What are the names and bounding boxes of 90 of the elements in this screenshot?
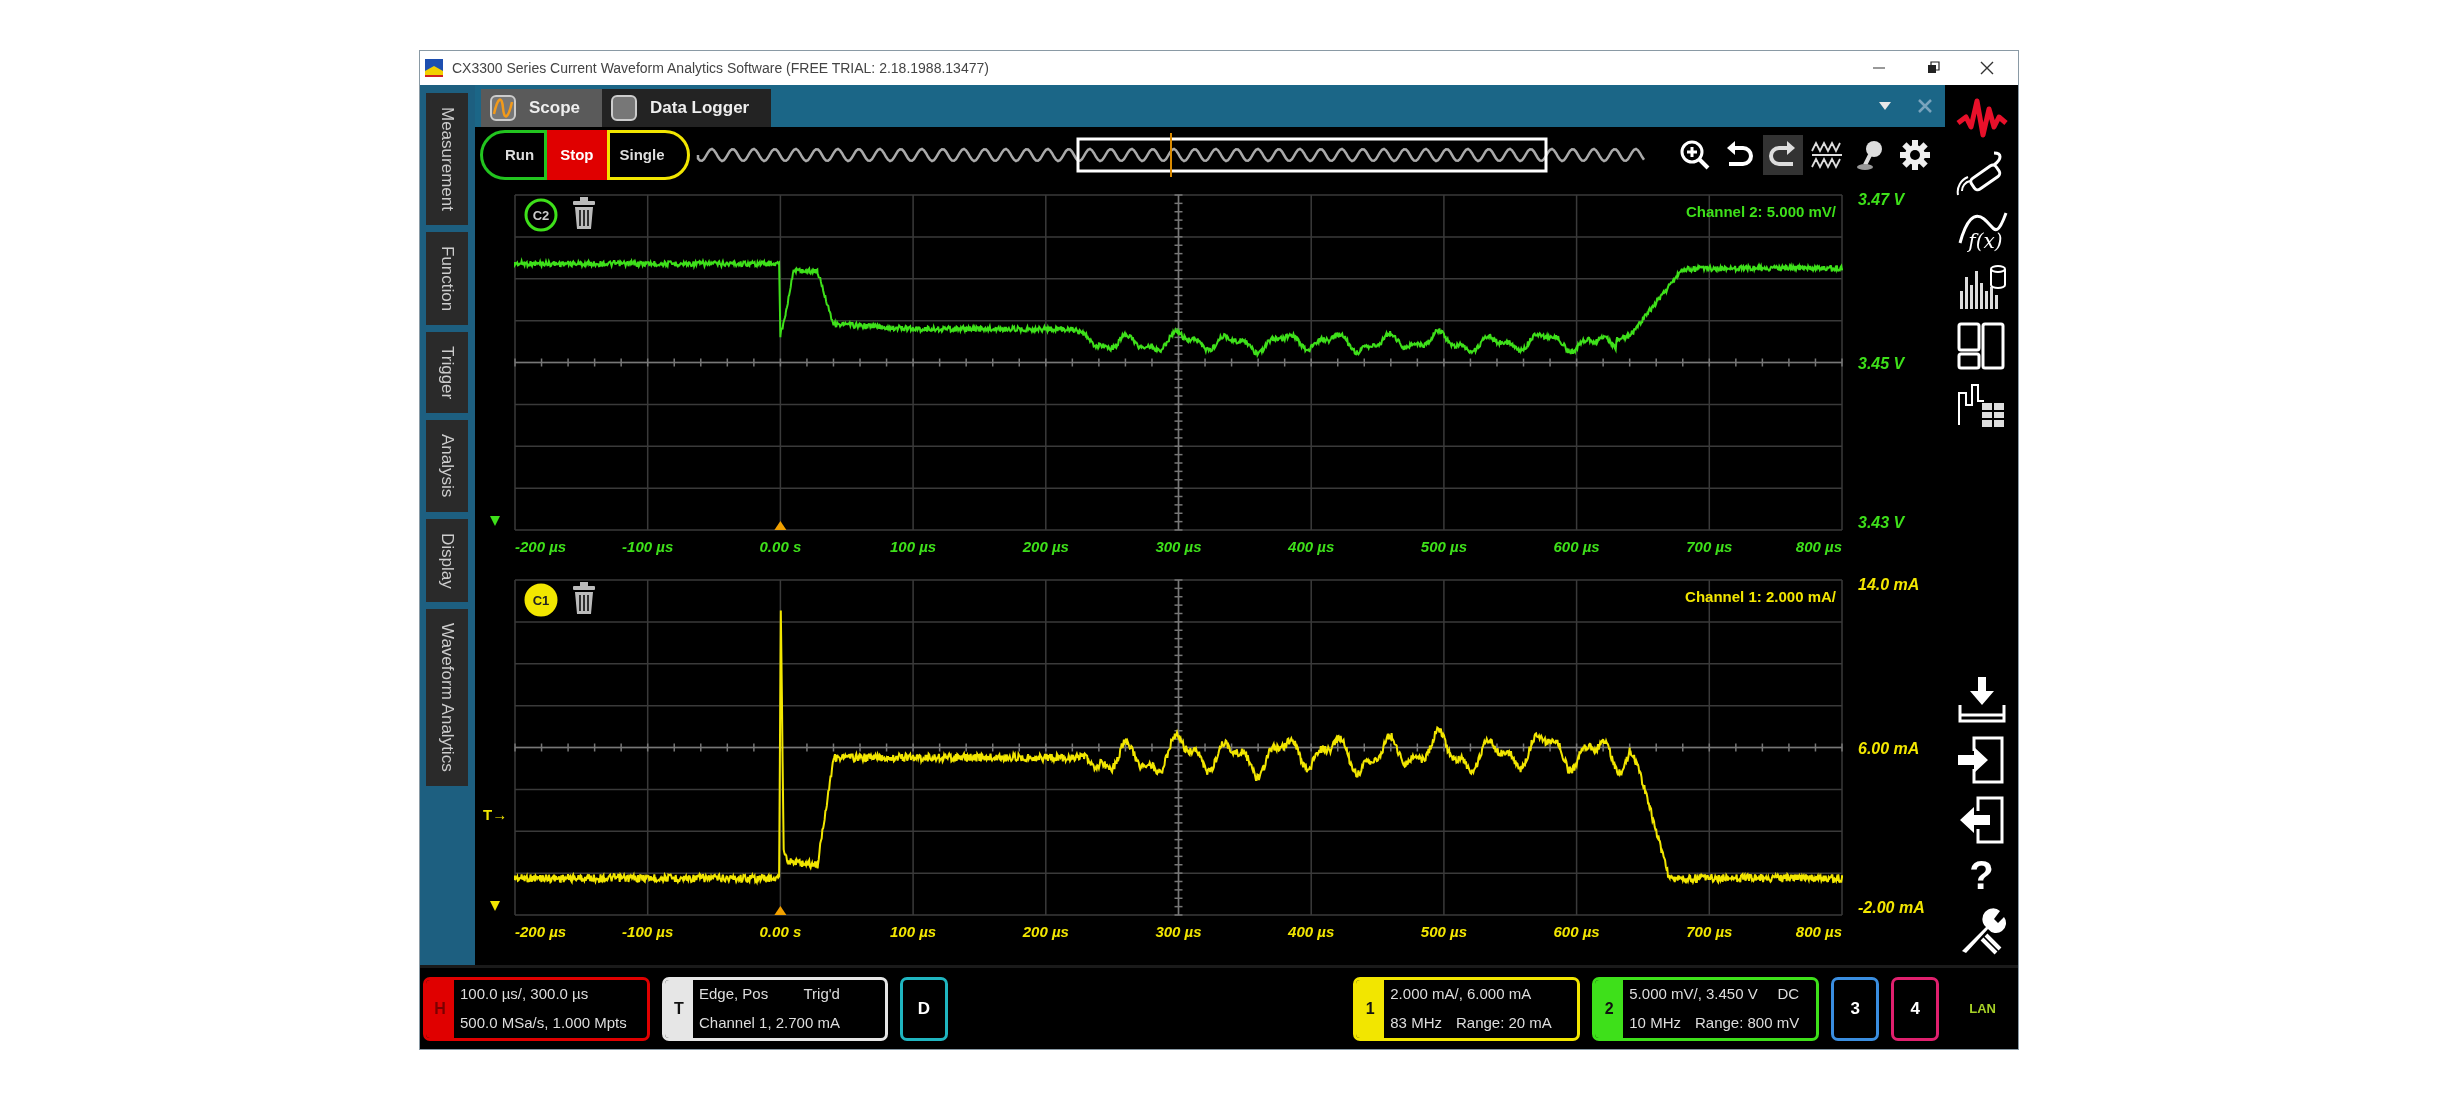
coupling-text: DC: [1777, 983, 1800, 1004]
run-control-button[interactable]: Run: [480, 130, 548, 180]
axis-label: 300 µs: [1155, 538, 1202, 555]
trigger-level-marker[interactable]: T→: [483, 805, 508, 823]
range-text: Range: 800 mV: [1694, 1012, 1800, 1033]
axis-label: 500 µs: [1420, 538, 1467, 555]
app-tab[interactable]: Data Logger: [602, 89, 772, 127]
timebase-panel[interactable]: H 100.0 µs/, 300.0 µs 500.0 MSa/s, 1.000 Mpts: [423, 976, 650, 1041]
ground-marker-icon[interactable]: [490, 901, 500, 911]
axis-label: -2.00 mA: [1858, 899, 1925, 916]
axis-label: -200 µs: [515, 923, 567, 940]
help-button[interactable]: ?: [1969, 855, 1994, 895]
bandwidth-text: 83 MHz: [1390, 1012, 1442, 1033]
panel-label: H: [434, 998, 446, 1019]
sidebar-tab[interactable]: Trigger: [426, 332, 468, 414]
channel-scale-label: Channel 1: 2.000 mA/: [1685, 588, 1836, 605]
waveform-icon: [1811, 139, 1843, 171]
setting-text: 5.000 mV/, 3.450 V: [1629, 983, 1758, 1004]
axis-label: -200 µs: [515, 538, 567, 555]
panel-label: 2: [1604, 998, 1614, 1019]
sidebar-tab[interactable]: Waveform Analytics: [426, 609, 468, 787]
layout-icon[interactable]: [1955, 321, 2008, 371]
window-title: CX3300 Series Current Waveform Analytics Software (FREE TRIAL: 2.18.1988.13477): [452, 58, 989, 78]
axis-label: 3.45 V: [1858, 354, 1905, 372]
sidebar-tab[interactable]: Analysis: [426, 420, 468, 512]
run-control-button[interactable]: Single: [606, 130, 690, 180]
axis-label: 3.43 V: [1858, 514, 1905, 531]
axis-label: 300 µs: [1155, 923, 1202, 940]
dropdown-icon: [1878, 101, 1892, 111]
panel-label: T: [674, 998, 684, 1019]
setting-text: Edge, Pos: [699, 983, 769, 1004]
run-control-button[interactable]: Stop: [547, 130, 607, 180]
sine-wave-icon: [489, 94, 517, 122]
sidebar-tab[interactable]: Function: [426, 231, 468, 326]
zoom-in-icon: [1679, 139, 1711, 171]
setting-text: 500.0 MSa/s, 1.000 Mpts: [460, 1012, 627, 1033]
channel-badge[interactable]: C2: [524, 198, 558, 232]
app-tab[interactable]: Scope: [481, 89, 603, 127]
status-button[interactable]: 3: [1831, 976, 1880, 1041]
trash-icon[interactable]: [573, 197, 595, 229]
redo-button[interactable]: [1763, 135, 1803, 175]
axis-label: 800 µs: [1795, 538, 1842, 555]
function-button[interactable]: f(x): [1955, 211, 2008, 251]
channel-panel[interactable]: 2 5.000 mV/, 3.450 V DC 10 MHz Range: 800 mV: [1592, 976, 1820, 1041]
setting-text: Channel 1, 2.700 mA: [699, 1012, 840, 1033]
axis-label: 0.00 s: [759, 538, 802, 555]
settings-icon: [1899, 139, 1931, 171]
axis-label: 600 µs: [1553, 538, 1600, 555]
axis-label: -100 µs: [622, 923, 674, 940]
close-icon: [1917, 98, 1933, 114]
setting-text: 100.0 µs/, 300.0 µs: [460, 983, 589, 1004]
axis-label: 0.00 s: [759, 923, 802, 940]
trigger-position-icon: [774, 906, 787, 915]
bandwidth-text: 10 MHz: [1629, 1012, 1681, 1033]
channel-panel[interactable]: 1 2.000 mA/, 6.000 mA 83 MHz Range: 20 mA: [1353, 976, 1581, 1041]
ground-marker-icon[interactable]: [490, 516, 500, 526]
axis-label: 3.47 V: [1858, 191, 1905, 208]
trigger-position-icon: [774, 521, 787, 530]
axis-label: 700 µs: [1686, 538, 1733, 555]
channel-badge[interactable]: C1: [524, 583, 558, 617]
close-icon: [1980, 61, 1994, 75]
trigger-status: Trig'd: [803, 983, 840, 1004]
setting-text: 2.000 mA/, 6.000 mA: [1390, 983, 1532, 1004]
axis-label: 800 µs: [1795, 923, 1842, 940]
axis-label: -100 µs: [622, 538, 674, 555]
sidebar-tab[interactable]: Display: [426, 518, 468, 603]
range-text: Range: 20 mA: [1455, 1012, 1552, 1033]
sidebar-tab[interactable]: Measurement: [426, 93, 468, 225]
panel-label: 1: [1365, 998, 1375, 1019]
connection-status: LAN: [1969, 999, 1996, 1018]
axis-label: 400 µs: [1288, 538, 1335, 555]
axis-label: 100 µs: [890, 923, 937, 940]
axis-label: 500 µs: [1420, 923, 1467, 940]
axis-label: 6.00 mA: [1858, 739, 1920, 757]
timeline-overview-drawing[interactable]: [695, 133, 1646, 177]
channel-scale-label: Channel 2: 5.000 mV/: [1685, 203, 1836, 220]
app-logo-icon: [424, 58, 444, 78]
square-icon: [610, 94, 639, 122]
status-button[interactable]: D: [900, 976, 948, 1041]
axis-label: 200 µs: [1022, 538, 1069, 555]
axis-label: 600 µs: [1553, 923, 1600, 940]
axis-label: 200 µs: [1022, 923, 1069, 940]
trash-icon[interactable]: [573, 582, 595, 614]
axis-label: 400 µs: [1288, 923, 1335, 940]
trigger-panel[interactable]: T Edge, Pos Trig'd Channel 1, 2.700 mA: [662, 976, 888, 1041]
axis-label: 14.0 mA: [1858, 576, 1920, 593]
status-button[interactable]: 4: [1891, 976, 1940, 1041]
axis-label: 700 µs: [1686, 923, 1733, 940]
axis-label: 100 µs: [890, 538, 937, 555]
restore-icon: [1926, 61, 1940, 75]
